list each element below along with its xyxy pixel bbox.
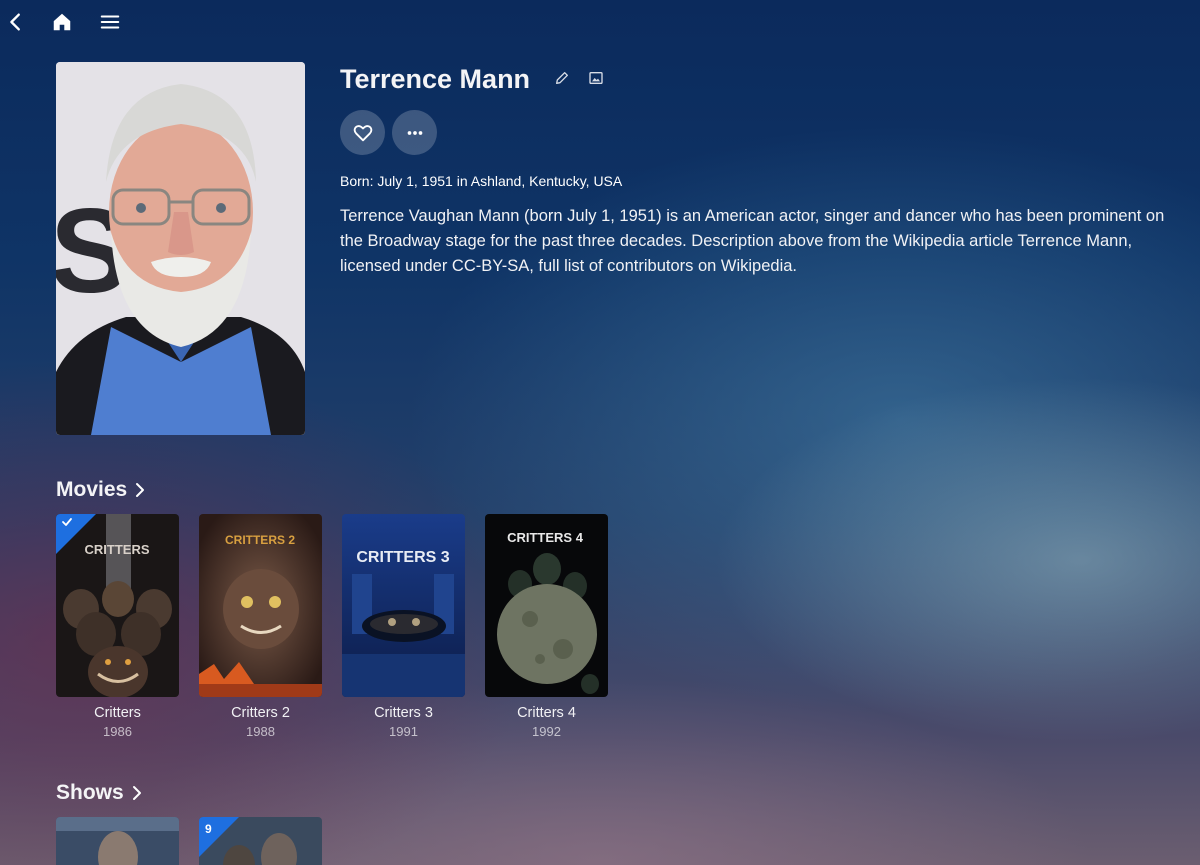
person-biography: Terrence Vaughan Mann (born July 1, 1951… [340, 207, 1165, 275]
back-button[interactable] [2, 8, 30, 36]
movie-title: Critters [94, 705, 141, 721]
favorite-button[interactable] [340, 110, 385, 155]
poster-title-text: CRITTERS 3 [356, 549, 449, 566]
home-button[interactable] [48, 8, 76, 36]
shows-section-label: Shows [56, 781, 124, 804]
image-icon[interactable] [588, 70, 604, 86]
pencil-icon[interactable] [554, 70, 570, 86]
menu-button[interactable] [96, 8, 124, 36]
checkmark-icon [61, 516, 73, 528]
movie-title: Critters 4 [517, 705, 576, 721]
movie-card-critters-2[interactable]: CRITTERS 2 Critters 2 1988 [199, 514, 322, 741]
show-poster [56, 817, 179, 865]
movie-card-critters-4[interactable]: CRITTERS 4 Critters 4 1992 [485, 514, 608, 741]
movie-card-critters-3[interactable]: CRITTERS 3 Critters 3 1991 [342, 514, 465, 741]
more-options-button[interactable] [392, 110, 437, 155]
show-card[interactable]: 9 [199, 817, 322, 865]
person-name: Terrence Mann [340, 64, 531, 94]
chevron-left-icon [10, 13, 20, 31]
movie-year: 1986 [103, 724, 132, 739]
birth-info: Born: July 1, 1951 in Ashland, Kentucky,… [340, 173, 623, 189]
show-card[interactable] [56, 817, 179, 865]
movie-title: Critters 2 [231, 705, 290, 721]
movie-poster: CRITTERS [56, 514, 179, 697]
movies-section-label: Movies [56, 478, 128, 501]
home-icon [53, 13, 71, 31]
movie-year: 1991 [389, 724, 418, 739]
movies-section-header[interactable]: Movies [56, 477, 147, 503]
movie-poster: CRITTERS 3 [342, 514, 465, 697]
movie-poster: CRITTERS 2 [199, 514, 322, 697]
chevron-right-icon [136, 483, 145, 497]
movie-title: Critters 3 [374, 705, 433, 721]
heart-icon [353, 124, 372, 141]
movie-card-critters[interactable]: CRITTERS Critters 1986 [56, 514, 179, 741]
hamburger-menu-icon [100, 15, 120, 29]
shows-section-header[interactable]: Shows [56, 780, 144, 806]
movie-year: 1988 [246, 724, 275, 739]
episode-count: 9 [205, 822, 212, 836]
top-bar [0, 0, 1200, 44]
movie-poster: CRITTERS 4 [485, 514, 608, 697]
chevron-right-icon [132, 786, 141, 800]
more-horizontal-icon [407, 130, 422, 135]
poster-title-text: CRITTERS 2 [225, 533, 295, 547]
person-portrait: S [56, 62, 305, 435]
movie-year: 1992 [532, 724, 561, 739]
poster-title-text: CRITTERS 4 [507, 530, 584, 545]
